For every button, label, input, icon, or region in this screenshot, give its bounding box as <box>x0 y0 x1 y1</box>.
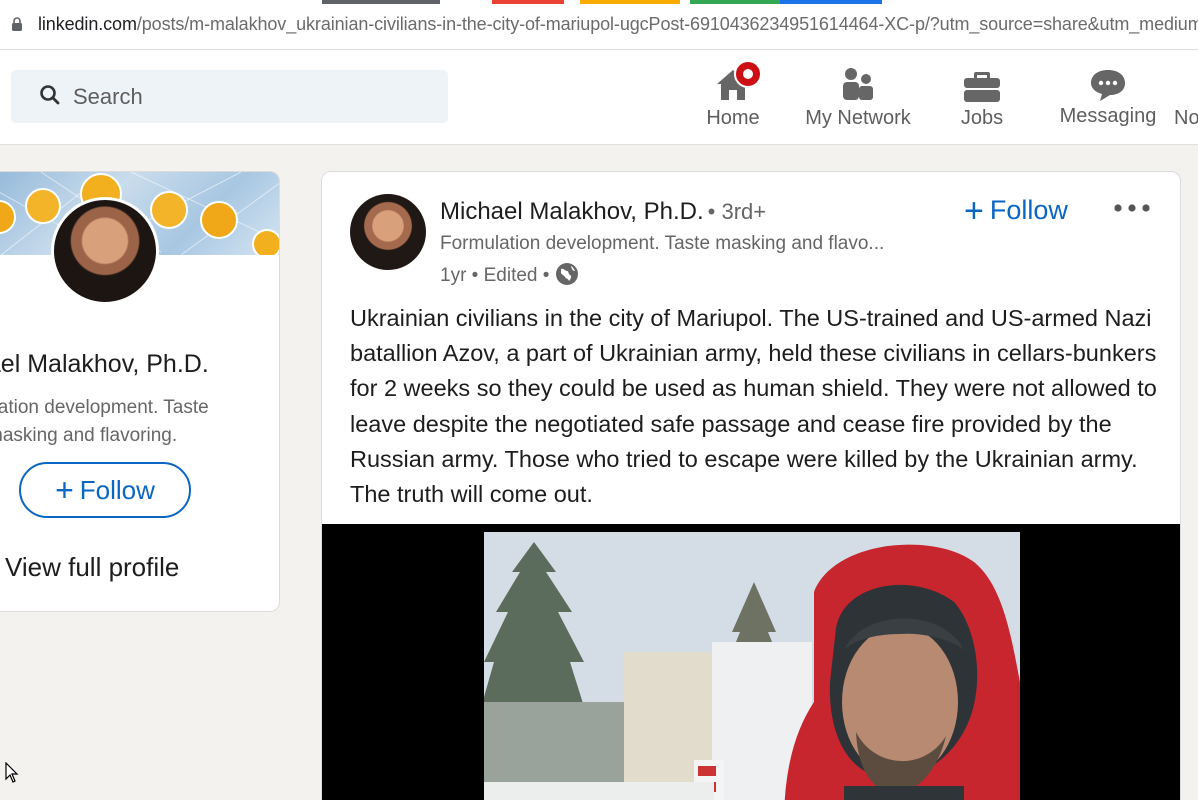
nav-label: My Network <box>805 107 911 129</box>
globe-icon <box>556 263 579 285</box>
post-author-name[interactable]: Michael Malakhov, Ph.D. <box>440 198 704 225</box>
profile-headline: ulation development. Taste masking and f… <box>0 394 279 450</box>
lock-icon[interactable] <box>11 17 23 31</box>
plus-icon: + <box>964 192 984 230</box>
author-profile-card: hael Malakhov, Ph.D. ulation development… <box>0 171 280 612</box>
nav-label: No <box>1174 107 1198 129</box>
nav-jobs[interactable]: Jobs <box>950 60 1014 140</box>
profile-name[interactable]: hael Malakhov, Ph.D. <box>0 350 279 379</box>
post-body-text: Ukrainian civilians in the city of Mariu… <box>350 305 1157 508</box>
nav-label: Home <box>706 107 760 129</box>
connection-degree: • 3rd+ <box>707 199 767 224</box>
profile-headline-line: masking and flavoring. <box>0 425 178 446</box>
profile-avatar[interactable] <box>51 197 159 305</box>
post-author-avatar[interactable] <box>350 194 426 270</box>
search-icon <box>40 85 60 105</box>
url-host: linkedin.com <box>38 14 137 34</box>
nav-messaging[interactable]: Messaging <box>1056 60 1160 140</box>
nav-label: Jobs <box>960 107 1004 129</box>
follow-label: Follow <box>79 475 155 505</box>
network-icon <box>843 68 873 100</box>
post-follow-button[interactable]: + Follow <box>964 192 1068 231</box>
profile-headline-line: ulation development. Taste <box>0 397 209 418</box>
search-input[interactable] <box>73 70 433 123</box>
more-options-icon[interactable] <box>1110 198 1154 218</box>
briefcase-icon <box>964 72 1000 102</box>
post-timestamp: 1yr • Edited • <box>440 265 550 286</box>
post-video[interactable] <box>322 524 1180 800</box>
nav-home[interactable]: Home <box>700 60 766 140</box>
search-box[interactable] <box>11 70 448 123</box>
messaging-icon <box>1091 70 1125 101</box>
nav-notifications[interactable]: No <box>1172 60 1198 140</box>
view-full-profile-link[interactable]: View full profile <box>5 552 179 583</box>
url-path: /posts/m-malakhov_ukrainian-civilians-in… <box>136 14 1198 34</box>
nav-label: Messaging <box>1059 105 1157 127</box>
video-frame <box>484 532 1020 800</box>
follow-label: Follow <box>989 195 1068 225</box>
notification-badge <box>734 60 762 88</box>
browser-tab-strip <box>0 0 1198 4</box>
post-author-headline: Formulation development. Taste masking a… <box>440 233 885 254</box>
mouse-cursor-icon <box>5 762 19 783</box>
url-bar[interactable]: linkedin.com/posts/m-malakhov_ukrainian-… <box>38 14 1198 35</box>
global-nav: Home My Network Jobs Messaging No <box>0 50 1198 145</box>
nav-my-network[interactable]: My Network <box>800 60 916 140</box>
feed-post: Michael Malakhov, Ph.D. • 3rd+ Formulatio… <box>321 171 1181 800</box>
plus-icon: + <box>55 472 74 508</box>
post-meta: 1yr • Edited • <box>440 262 579 287</box>
post-author-line: Michael Malakhov, Ph.D. • 3rd+ <box>440 198 766 226</box>
profile-follow-button[interactable]: + Follow <box>19 462 191 518</box>
browser-address-bar: linkedin.com/posts/m-malakhov_ukrainian-… <box>0 0 1198 50</box>
